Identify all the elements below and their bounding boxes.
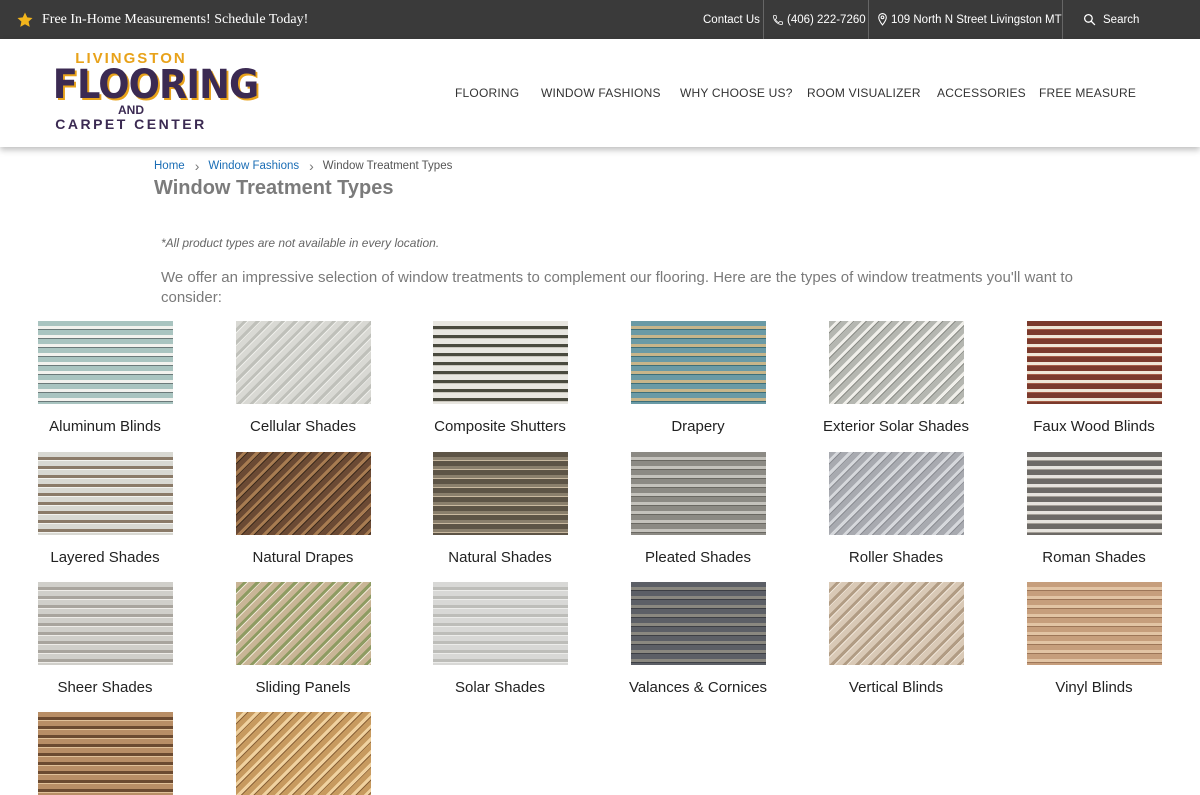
product-label[interactable]: Vinyl Blinds xyxy=(995,679,1193,696)
site-header: LIVINGSTON FLOORING AND CARPET CENTER FL… xyxy=(0,39,1200,147)
product-label[interactable]: Aluminum Blinds xyxy=(6,418,204,435)
chevron-right-icon: › xyxy=(309,158,314,174)
page-title: Window Treatment Types xyxy=(154,177,394,199)
product-image[interactable] xyxy=(236,321,371,404)
product-image[interactable] xyxy=(433,582,568,665)
promo-text: Free In-Home Measurements! Schedule Toda… xyxy=(42,11,309,27)
product-image[interactable] xyxy=(829,452,964,535)
product-image[interactable] xyxy=(433,452,568,535)
product-label[interactable]: Natural Drapes xyxy=(204,549,402,566)
intro-text: We offer an impressive selection of wind… xyxy=(161,269,1073,306)
product-label[interactable]: Pleated Shades xyxy=(599,549,797,566)
address-link[interactable]: 109 North N Street Livingston MT xyxy=(877,0,1062,39)
nav-why-choose-us[interactable]: WHY CHOOSE US? xyxy=(680,39,793,147)
top-bar: Free In-Home Measurements! Schedule Toda… xyxy=(0,0,1200,39)
product-label[interactable]: Faux Wood Blinds xyxy=(995,418,1193,435)
product-image[interactable] xyxy=(631,452,766,535)
location-pin-icon xyxy=(878,13,887,26)
nav-room-visualizer[interactable]: ROOM VISUALIZER xyxy=(807,39,921,147)
product-image[interactable] xyxy=(236,582,371,665)
availability-note: *All product types are not available in … xyxy=(161,236,440,250)
product-label[interactable]: Exterior Solar Shades xyxy=(797,418,995,435)
product-image[interactable] xyxy=(829,321,964,404)
phone-icon xyxy=(773,14,783,25)
divider xyxy=(763,0,764,39)
nav-free-measure[interactable]: FREE MEASURE xyxy=(1039,39,1136,147)
breadcrumb: Home › Window Fashions › Window Treatmen… xyxy=(154,158,452,174)
divider xyxy=(1062,0,1063,39)
logo-line: CARPET CENTER xyxy=(55,116,207,132)
breadcrumb-window-fashions[interactable]: Window Fashions xyxy=(208,160,299,172)
star-icon xyxy=(17,12,33,27)
product-image[interactable] xyxy=(1027,452,1162,535)
product-label[interactable]: Roman Shades xyxy=(995,549,1193,566)
product-image[interactable] xyxy=(1027,582,1162,665)
search-button[interactable]: Search xyxy=(1083,0,1139,39)
breadcrumb-current: Window Treatment Types xyxy=(322,160,453,172)
product-image[interactable] xyxy=(38,452,173,535)
product-label[interactable]: Vertical Blinds xyxy=(797,679,995,696)
product-image[interactable] xyxy=(631,321,766,404)
site-logo[interactable]: LIVINGSTON FLOORING AND CARPET CENTER xyxy=(46,51,259,139)
product-image[interactable] xyxy=(631,582,766,665)
address-text: 109 North N Street Livingston MT xyxy=(891,13,1062,26)
phone-number: (406) 222-7260 xyxy=(787,13,866,26)
product-label[interactable]: Drapery xyxy=(599,418,797,435)
nav-flooring[interactable]: FLOORING xyxy=(455,39,519,147)
nav-window-fashions[interactable]: WINDOW FASHIONS xyxy=(541,39,661,147)
product-label[interactable]: Valances & Cornices xyxy=(599,679,797,696)
product-image[interactable] xyxy=(38,321,173,404)
product-image[interactable] xyxy=(38,712,173,795)
product-label[interactable]: Sheer Shades xyxy=(6,679,204,696)
logo-line: FLOORING xyxy=(52,62,259,108)
search-label: Search xyxy=(1103,13,1140,26)
product-label[interactable]: Composite Shutters xyxy=(401,418,599,435)
search-icon xyxy=(1083,13,1096,26)
promo-banner[interactable]: Free In-Home Measurements! Schedule Toda… xyxy=(16,0,308,39)
product-label[interactable]: Solar Shades xyxy=(401,679,599,696)
divider xyxy=(868,0,869,39)
product-image[interactable] xyxy=(38,582,173,665)
product-label[interactable]: Layered Shades xyxy=(6,549,204,566)
product-image[interactable] xyxy=(236,452,371,535)
chevron-right-icon: › xyxy=(194,158,200,174)
nav-accessories[interactable]: ACCESSORIES xyxy=(937,39,1026,147)
phone-link[interactable]: (406) 222-7260 xyxy=(772,0,866,39)
product-image[interactable] xyxy=(433,321,568,404)
breadcrumb-home[interactable]: Home xyxy=(154,160,185,172)
product-label[interactable]: Sliding Panels xyxy=(204,679,402,696)
contact-us-link[interactable]: Contact Us xyxy=(703,0,760,39)
product-image[interactable] xyxy=(236,712,371,795)
product-label[interactable]: Roller Shades xyxy=(797,549,995,566)
product-image[interactable] xyxy=(1027,321,1162,404)
product-image[interactable] xyxy=(829,582,964,665)
product-label[interactable]: Cellular Shades xyxy=(204,418,402,435)
product-label[interactable]: Natural Shades xyxy=(401,549,599,566)
